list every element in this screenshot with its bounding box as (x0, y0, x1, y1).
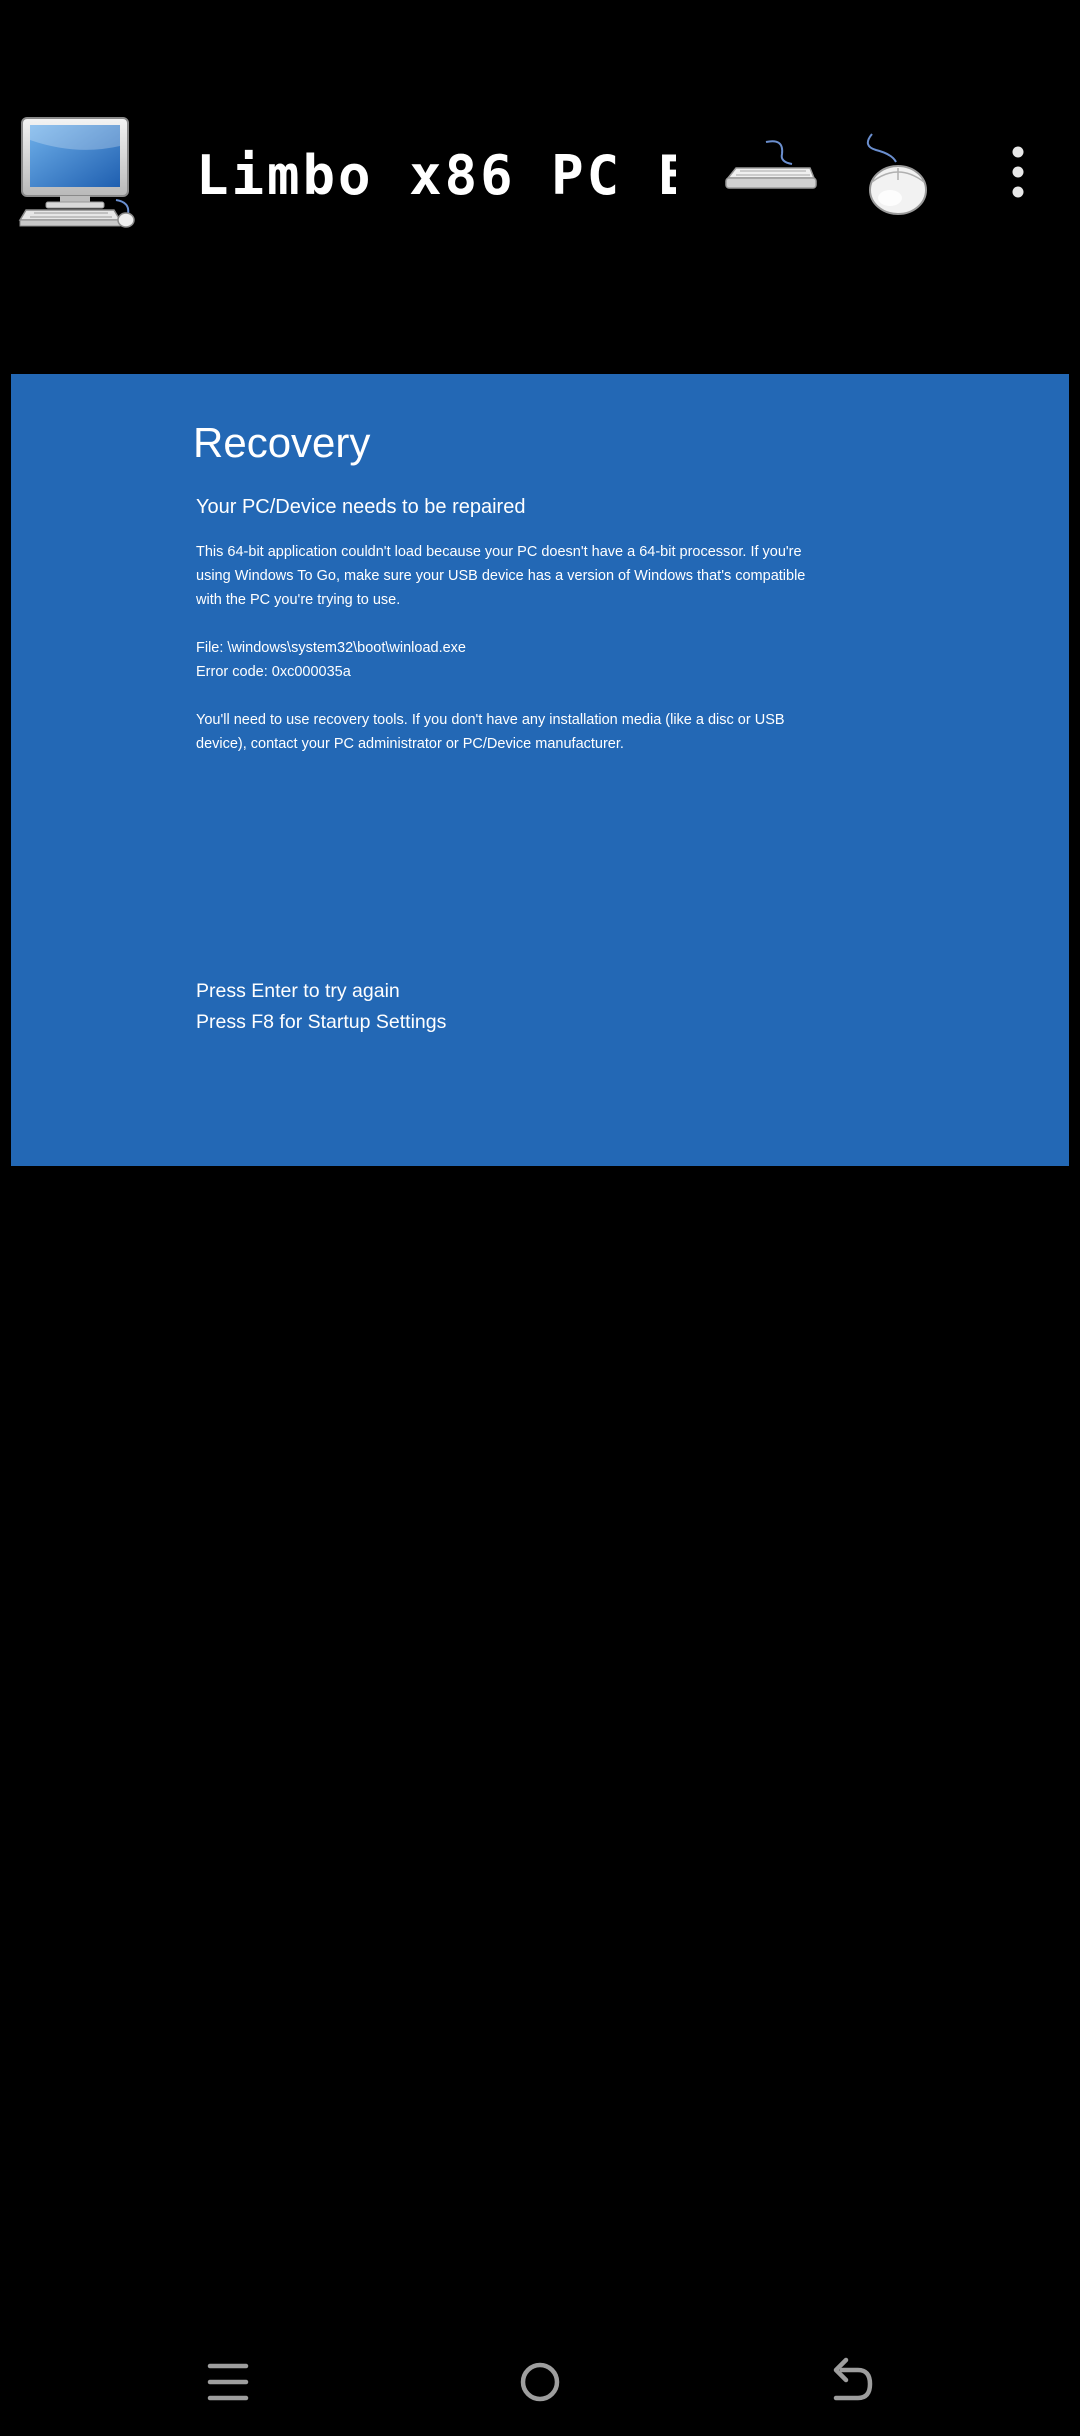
more-vert-icon[interactable] (998, 142, 1038, 202)
message-line: You'll need to use recovery tools. If yo… (196, 712, 785, 728)
app-bar: Limbo x86 PC E... (0, 96, 1080, 256)
keyboard-icon[interactable] (722, 138, 818, 200)
recovery-title: Recovery (193, 419, 371, 466)
message-line: using Windows To Go, make sure your USB … (196, 568, 806, 584)
error-details: File: \windows\system32\boot\winload.exe… (196, 636, 836, 684)
home-icon[interactable] (508, 2350, 572, 2414)
system-nav-bar (0, 2330, 1080, 2436)
recovery-actions: Press Enter to try again Press F8 for St… (196, 976, 446, 1038)
back-icon[interactable] (820, 2350, 884, 2414)
emulator-screen[interactable]: Recovery Your PC/Device needs to be repa… (11, 374, 1069, 1166)
message-line: with the PC you're trying to use. (196, 592, 401, 608)
app-root: Limbo x86 PC E... (0, 0, 1080, 2436)
processor-message: This 64-bit application couldn't load be… (196, 540, 836, 612)
app-title: Limbo x86 PC E... (196, 144, 676, 207)
message-line: device), contact your PC administrator o… (196, 736, 624, 752)
menu-icon[interactable] (196, 2350, 260, 2414)
startup-settings-instruction: Press F8 for Startup Settings (196, 1011, 447, 1033)
message-line: This 64-bit application couldn't load be… (196, 544, 802, 560)
recovery-tools-message: You'll need to use recovery tools. If yo… (196, 708, 836, 756)
error-code: Error code: 0xc000035a (196, 664, 351, 680)
file-path: File: \windows\system32\boot\winload.exe (196, 640, 466, 656)
retry-instruction: Press Enter to try again (196, 980, 400, 1002)
mouse-icon[interactable] (862, 132, 934, 216)
recovery-message: This 64-bit application couldn't load be… (196, 540, 836, 780)
recovery-subtitle: Your PC/Device needs to be repaired (196, 496, 526, 518)
computer-icon (16, 116, 136, 234)
